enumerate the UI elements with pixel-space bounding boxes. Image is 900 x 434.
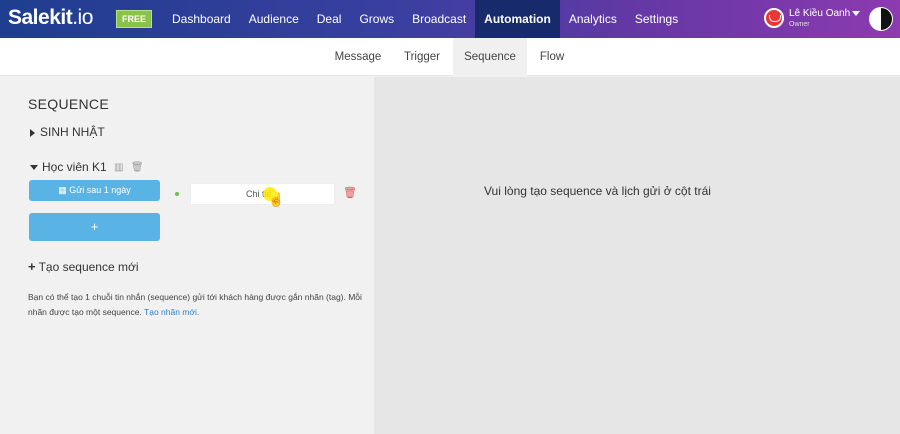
create-tag-link[interactable]: Tạo nhãn mới.	[144, 307, 199, 317]
hand-cursor-icon: ☝	[268, 192, 285, 207]
trash-icon[interactable]: 🗑	[131, 162, 144, 173]
main-nav: Dashboard Audience Deal Grows Broadcast …	[163, 0, 687, 38]
salekit-logo[interactable]: Salekit.io	[8, 6, 93, 30]
nav-analytics[interactable]: Analytics	[560, 0, 626, 38]
calendar-icon: ▦	[58, 185, 70, 195]
logo-suffix: .io	[72, 6, 93, 29]
nav-audience[interactable]: Audience	[240, 0, 308, 38]
send-after-button[interactable]: ▦ Gửi sau 1 ngày	[29, 180, 160, 201]
user-name: Lê Kiều Oanh	[789, 8, 851, 19]
group-label: SINH NHẬT	[40, 125, 105, 139]
sequence-heading: SEQUENCE	[28, 96, 109, 112]
help-text: Bạn có thể tạo 1 chuỗi tin nhắn (sequenc…	[28, 290, 364, 320]
status-dot-icon	[175, 192, 179, 196]
send-after-label: Gửi sau 1 ngày	[69, 185, 131, 195]
bar-chart-icon[interactable]: ▥	[114, 162, 123, 173]
chevron-down-icon	[852, 11, 860, 16]
caret-down-icon	[30, 165, 38, 171]
plan-badge: FREE	[116, 10, 153, 28]
plus-icon: +	[28, 259, 36, 274]
sub-nav: Message Trigger Sequence Flow	[0, 38, 900, 76]
nav-grows[interactable]: Grows	[350, 0, 403, 38]
sequence-group-sinh-nhat[interactable]: SINH NHẬT	[30, 125, 105, 139]
nav-settings[interactable]: Settings	[626, 0, 687, 38]
nav-dashboard[interactable]: Dashboard	[163, 0, 240, 38]
user-role: Owner	[789, 21, 810, 28]
top-navbar: Salekit.io FREE Dashboard Audience Deal …	[0, 0, 900, 38]
new-sequence-label: Tạo sequence mới	[38, 260, 139, 274]
sequence-detail-panel: Vui lòng tạo sequence và lịch gửi ở cột …	[374, 77, 900, 434]
nav-automation[interactable]: Automation	[475, 0, 560, 38]
theme-toggle-icon[interactable]	[869, 7, 893, 31]
caret-right-icon	[30, 128, 35, 137]
sequence-sidebar: SEQUENCE SINH NHẬT Học viên K1 ▥ 🗑 ▦ Gửi…	[0, 77, 374, 434]
tab-sequence[interactable]: Sequence	[453, 38, 527, 76]
user-avatar	[764, 8, 784, 28]
nav-deal[interactable]: Deal	[308, 0, 351, 38]
new-sequence-link[interactable]: + Tạo sequence mới	[28, 259, 139, 274]
tab-message[interactable]: Message	[326, 38, 390, 76]
sequence-group-hoc-vien-k1[interactable]: Học viên K1 ▥ 🗑	[30, 160, 144, 174]
nav-broadcast[interactable]: Broadcast	[403, 0, 475, 38]
tab-flow[interactable]: Flow	[530, 38, 574, 76]
empty-state-message: Vui lòng tạo sequence và lịch gửi ở cột …	[484, 184, 711, 198]
tab-trigger[interactable]: Trigger	[393, 38, 451, 76]
delete-icon[interactable]: 🗑	[343, 186, 357, 199]
add-message-button[interactable]: +	[29, 213, 160, 241]
group-label: Học viên K1	[42, 160, 107, 174]
logo-main: Salekit	[8, 6, 73, 29]
